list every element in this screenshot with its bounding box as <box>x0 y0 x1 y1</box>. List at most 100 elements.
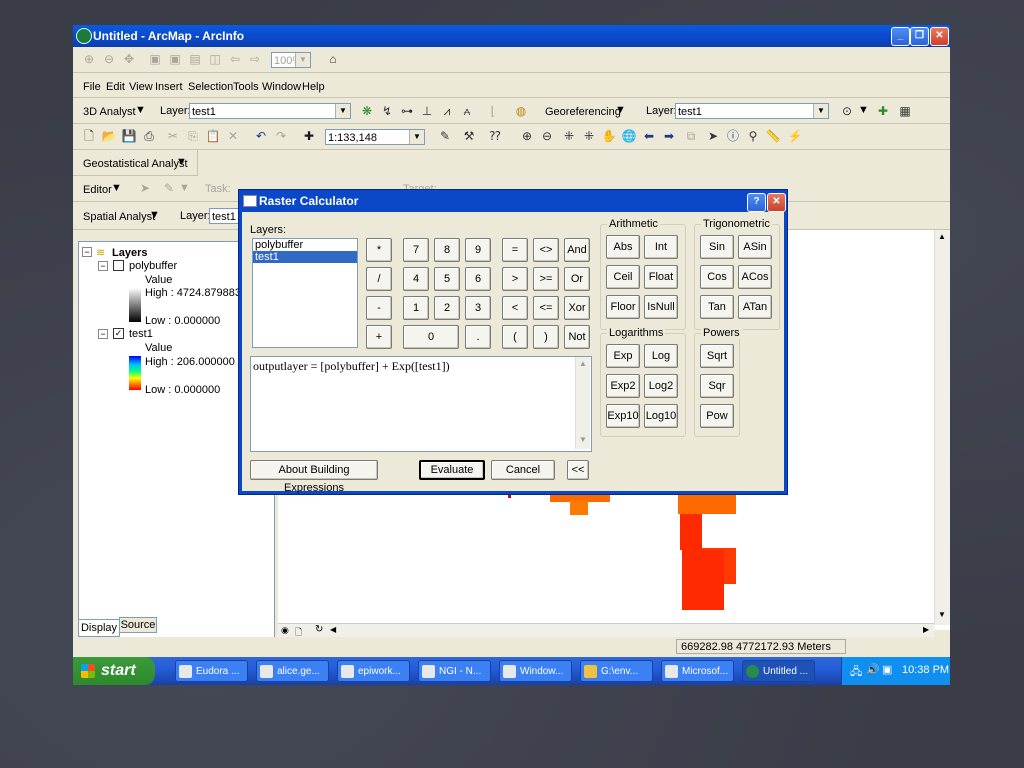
key-0-button[interactable]: 0 <box>403 325 459 349</box>
taskbar-item[interactable]: Eudora ... <box>175 660 248 682</box>
refresh-icon[interactable]: ↻ <box>315 624 323 635</box>
key-add-button[interactable]: + <box>366 325 392 349</box>
geostatistical-analyst-menu[interactable]: Geostatistical Analyst <box>83 158 188 170</box>
map-vertical-scrollbar[interactable]: ▲ ▼ <box>934 230 950 625</box>
scroll-down-icon[interactable]: ▼ <box>579 435 587 444</box>
fixed-zoom-in-icon[interactable]: ⁜ <box>561 128 577 144</box>
test1-visibility-checkbox[interactable]: ✓ <box>113 328 124 339</box>
cos-function-button[interactable]: Cos <box>700 265 734 289</box>
taskbar-item[interactable]: G:\env... <box>580 660 653 682</box>
restore-button[interactable]: ❐ <box>910 27 929 46</box>
sketch-tool-icon[interactable]: ✎ <box>161 180 177 196</box>
log2-function-button[interactable]: Log2 <box>644 374 678 398</box>
polybuffer-layer-name[interactable]: polybuffer <box>129 260 177 272</box>
log-function-button[interactable]: Log <box>644 344 678 368</box>
clock[interactable]: 10:38 PM <box>902 664 949 676</box>
close-button[interactable]: ✕ <box>930 27 949 46</box>
scroll-right-icon[interactable]: ▶ <box>923 625 929 634</box>
taskbar-item[interactable]: epiwork... <box>337 660 410 682</box>
key-close-paren-button[interactable]: ) <box>533 325 559 349</box>
add-control-points-icon[interactable]: ✚ <box>875 103 891 119</box>
key-9-button[interactable]: 9 <box>465 238 491 262</box>
menu-insert[interactable]: Insert <box>155 81 183 93</box>
taskbar-item[interactable]: alice.ge... <box>256 660 329 682</box>
test1-layer-name[interactable]: test1 <box>129 328 153 340</box>
pan-page-icon[interactable]: ✥ <box>121 51 137 67</box>
taskbar-item[interactable]: Window... <box>499 660 572 682</box>
key-greater-equal-button[interactable]: >= <box>533 267 559 291</box>
data-view-icon[interactable]: ◉ <box>281 625 289 636</box>
key-divide-button[interactable]: / <box>366 267 392 291</box>
arctoolbox-icon[interactable]: ⚒ <box>461 128 477 144</box>
menu-view[interactable]: View <box>129 81 153 93</box>
list-item-selected[interactable]: test1 <box>253 251 357 263</box>
scroll-up-icon[interactable]: ▲ <box>938 232 946 241</box>
steepest-path-icon[interactable]: ↯ <box>379 103 395 119</box>
key-not-equal-button[interactable]: <> <box>533 238 559 262</box>
help-button[interactable]: ? <box>747 193 766 212</box>
georeferencing-menu[interactable]: Georeferencing <box>545 106 621 118</box>
key-5-button[interactable]: 5 <box>434 267 460 291</box>
whats-this-icon[interactable]: ⁇ <box>487 128 503 144</box>
contour-icon[interactable]: ❋ <box>359 103 375 119</box>
taskbar-item[interactable]: Untitled ... <box>742 660 815 682</box>
antivirus-icon[interactable]: ▣ <box>882 663 892 676</box>
network-icon[interactable]: 🖧 <box>850 663 862 682</box>
hyperlink-icon[interactable]: ⚡ <box>787 128 803 144</box>
spatial-analyst-menu[interactable]: Spatial Analyst <box>83 211 155 223</box>
polybuffer-visibility-checkbox[interactable] <box>113 260 124 271</box>
asin-function-button[interactable]: ASin <box>738 235 772 259</box>
menu-window[interactable]: Window <box>262 81 301 93</box>
cancel-button[interactable]: Cancel <box>491 460 555 480</box>
key-8-button[interactable]: 8 <box>434 238 460 262</box>
paste-icon[interactable]: 📋 <box>205 128 221 144</box>
forward-extent-icon[interactable]: ➡ <box>661 128 677 144</box>
exp-function-button[interactable]: Exp <box>606 344 640 368</box>
full-extent-icon[interactable]: 🌐 <box>621 128 637 144</box>
zoom-out-page-icon[interactable]: ⊖ <box>101 51 117 67</box>
map-scale-combo[interactable]: 1:133,148 ▼ <box>325 129 425 145</box>
dropdown-arrow-icon[interactable]: ▼ <box>111 182 122 194</box>
expression-scrollbar[interactable]: ▲ ▼ <box>575 357 590 449</box>
list-item[interactable]: polybuffer <box>253 239 357 251</box>
undo-icon[interactable]: ↶ <box>253 128 269 144</box>
save-icon[interactable]: 💾 <box>121 128 137 144</box>
exp10-function-button[interactable]: Exp10 <box>606 404 640 428</box>
key-decimal-button[interactable]: . <box>465 325 491 349</box>
interpolate-point-icon[interactable]: ⊥ <box>419 103 435 119</box>
fixed-zoom-out-icon[interactable]: ▣ <box>167 51 183 67</box>
isnull-function-button[interactable]: IsNull <box>644 295 678 319</box>
menu-tools[interactable]: Tools <box>233 81 259 93</box>
forward-extent-icon[interactable]: ⇨ <box>247 51 263 67</box>
dropdown-arrow-icon[interactable]: ▼ <box>615 104 626 116</box>
key-less-equal-button[interactable]: <= <box>533 296 559 320</box>
abs-function-button[interactable]: Abs <box>606 235 640 259</box>
scroll-down-icon[interactable]: ▼ <box>938 610 946 619</box>
log10-function-button[interactable]: Log10 <box>644 404 678 428</box>
key-subtract-button[interactable]: - <box>366 296 392 320</box>
delete-icon[interactable]: ✕ <box>225 128 241 144</box>
interpolate-line-icon[interactable]: ⩘ <box>439 103 455 119</box>
title-bar[interactable]: Untitled - ArcMap - ArcInfo _ ❐ ✕ <box>73 25 950 47</box>
start-button[interactable]: start <box>73 657 155 685</box>
rotate-icon[interactable]: ⊙ <box>839 103 855 119</box>
georef-layer-combo[interactable]: test1 ▼ <box>675 103 829 119</box>
dropdown-arrow-icon[interactable]: ▼ <box>176 156 187 168</box>
menu-help[interactable]: Help <box>302 81 325 93</box>
interpolate-polygon-icon[interactable]: ⩜ <box>459 103 475 119</box>
dropdown-arrow-icon[interactable]: ▼ <box>149 209 160 221</box>
key-not-button[interactable]: Not <box>564 325 590 349</box>
arcscene-icon[interactable]: ◍ <box>513 103 529 119</box>
expression-textbox[interactable]: outputlayer = [polybuffer] + Exp([test1]… <box>250 356 592 452</box>
full-extent-page-icon[interactable]: ▤ <box>187 51 203 67</box>
menu-selection[interactable]: Selection <box>188 81 233 93</box>
tab-source[interactable]: Source <box>119 617 157 633</box>
menu-file[interactable]: File <box>83 81 101 93</box>
pan-icon[interactable]: ✋ <box>601 128 617 144</box>
tab-display[interactable]: Display <box>78 619 120 637</box>
dropdown-arrow-icon[interactable]: ▼ <box>179 182 190 194</box>
key-2-button[interactable]: 2 <box>434 296 460 320</box>
3d-layer-combo[interactable]: test1 ▼ <box>189 103 351 119</box>
profile-graph-icon[interactable]: ⌊ <box>485 103 501 119</box>
scroll-left-icon[interactable]: ◀ <box>330 625 336 634</box>
